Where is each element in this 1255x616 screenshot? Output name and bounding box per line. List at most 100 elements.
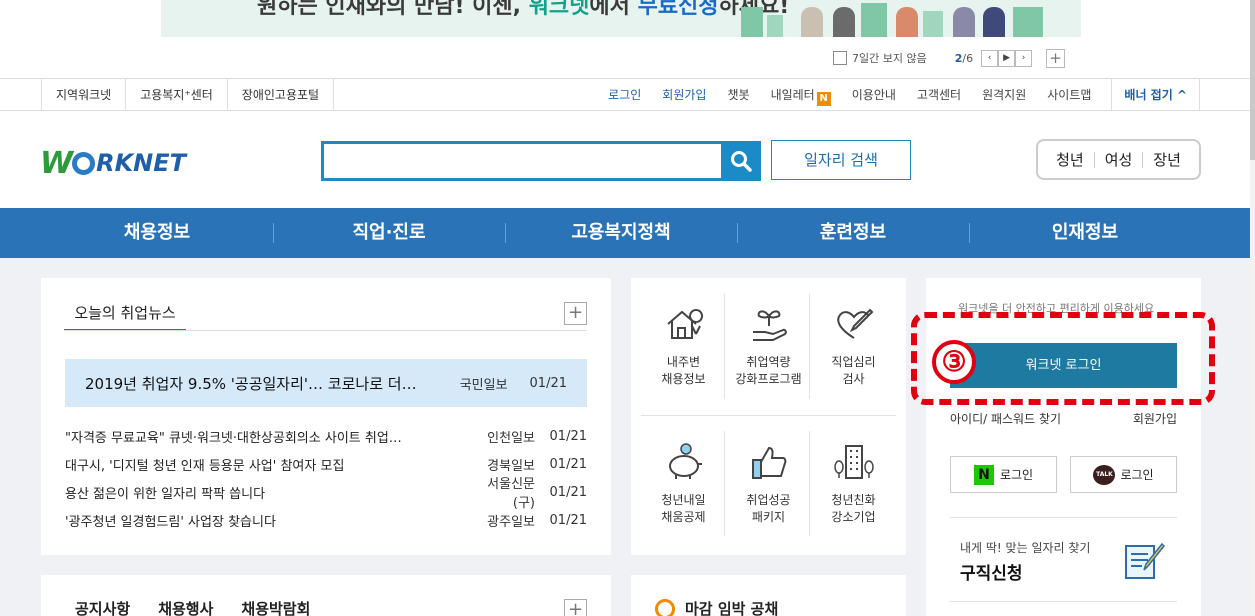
logo-rest: RKNET	[96, 149, 187, 177]
service-label: 청년내일 채움공제	[661, 493, 706, 524]
thumbs-up-icon	[751, 446, 786, 479]
banner-prev-icon[interactable]: ‹	[981, 49, 999, 67]
kakao-talk-icon: TALK	[1093, 464, 1116, 485]
service-psych-test[interactable]: 직업심리 검사	[811, 294, 896, 414]
news-title: 대구시, '디지털 청년 인재 등용문 사업' 참여자 모집	[65, 458, 345, 474]
banner-building	[767, 15, 783, 37]
kakao-login-button[interactable]: TALK 로그인	[1070, 456, 1177, 493]
headline-source: 국민일보	[459, 377, 508, 393]
banner-expand-icon[interactable]: +	[1046, 48, 1066, 68]
notice-more-icon[interactable]: +	[564, 599, 587, 616]
util-letter-link[interactable]: 내일레터 N	[771, 79, 831, 111]
service-label: 취업역량 강화프로그램	[735, 355, 802, 386]
notice-card: 공지사항 채용행사 채용박람회 +	[41, 575, 611, 616]
banner-person	[896, 7, 918, 37]
tab-job-fair[interactable]: 채용박람회	[241, 598, 310, 616]
list-item[interactable]: '광주청년 일경험드림' 사업장 찾습니다 광주일보 01/21	[65, 506, 587, 534]
job-search-button[interactable]: 일자리 검색	[771, 140, 911, 180]
news-headline[interactable]: 2019년 취업자 9.5% '공공일자리'… 코로나로 더… 국민일보 01/…	[65, 359, 587, 407]
hide-week-checkbox[interactable]	[833, 51, 847, 65]
util-right-links: 로그인 회원가입 챗봇 내일레터 N 이용안내 고객센터 원격지원 사이트맵 배너…	[587, 79, 1200, 111]
banner-page-indicator: 2/6	[955, 52, 973, 65]
kakao-login-label: 로그인	[1120, 468, 1154, 482]
tab-recruit-event[interactable]: 채용행사	[158, 598, 213, 616]
house-location-icon	[666, 309, 703, 339]
util-remote-link[interactable]: 원격지원	[982, 79, 1026, 111]
service-success-package[interactable]: 취업성공 패키지	[726, 432, 811, 552]
news-date: 01/21	[549, 512, 587, 528]
divider	[64, 330, 587, 331]
service-label: 취업성공 패키지	[746, 493, 791, 524]
target-senior[interactable]: 장년	[1142, 151, 1191, 168]
banner-nav: ‹ ▶ ›	[981, 49, 1033, 67]
deadline-title[interactable]: 마감 임박 공채	[655, 598, 778, 616]
promo-banner[interactable]: 원하는 인재와의 만남! 이젠, 워크넷에서 무료신청하세요!	[161, 0, 1081, 37]
service-nearby-jobs[interactable]: 내주변 채용정보	[641, 294, 726, 414]
util-guide-link[interactable]: 이용안내	[852, 79, 896, 111]
util-link-disabled-portal[interactable]: 장애인고용포털	[228, 79, 335, 111]
util-login-link[interactable]: 로그인	[608, 79, 641, 111]
target-youth[interactable]: 청년	[1046, 152, 1094, 168]
nav-item-training[interactable]: 훈련정보	[737, 208, 969, 258]
piggy-bank-icon	[668, 443, 702, 479]
banner-building	[1013, 7, 1043, 37]
news-list: "자격증 무료교육" 큐넷·워크넷·대한상공회의소 사이트 취업… 인천일보 0…	[65, 422, 587, 534]
util-customer-link[interactable]: 고객센터	[917, 79, 961, 111]
banner-next-icon[interactable]: ›	[1015, 49, 1033, 67]
naver-login-label: 로그인	[999, 468, 1034, 482]
nav-item-talent[interactable]: 인재정보	[969, 208, 1201, 258]
headline-date: 01/21	[529, 375, 567, 391]
service-youth-savings[interactable]: 청년내일 채움공제	[641, 432, 726, 552]
search-input[interactable]	[321, 141, 723, 181]
new-badge-icon: N	[816, 92, 831, 106]
util-signup-link[interactable]: 회원가입	[662, 79, 706, 111]
news-more-icon[interactable]: +	[564, 302, 587, 325]
banner-building	[861, 3, 887, 37]
logo-w: W	[40, 145, 73, 181]
search-button[interactable]	[721, 141, 761, 181]
news-source: 서울신문(구)	[487, 477, 535, 511]
banner-text-2: 에서	[589, 0, 630, 19]
util-sitemap-link[interactable]: 사이트맵	[1047, 79, 1091, 111]
naver-login-button[interactable]: N 로그인	[950, 456, 1057, 493]
tab-notice[interactable]: 공지사항	[75, 598, 130, 616]
building-trees-icon	[833, 445, 874, 479]
banner-play-icon[interactable]: ▶	[998, 49, 1016, 67]
page-scrollbar[interactable]	[1250, 0, 1255, 616]
banner-person	[801, 7, 823, 37]
service-youth-friendly[interactable]: 청년친화 강소기업	[811, 432, 896, 552]
site-header: W RKNET 일자리 검색 청년 여성 장년	[0, 111, 1255, 208]
worknet-logo[interactable]: W RKNET	[40, 145, 187, 181]
service-capability[interactable]: 취업역량 강화프로그램	[726, 294, 811, 414]
list-item[interactable]: 용산 젊은이 위한 일자리 팍팍 씁니다 서울신문(구) 01/21	[65, 477, 587, 511]
util-chatbot-link[interactable]: 챗봇	[727, 79, 749, 111]
news-date: 01/21	[549, 428, 587, 444]
news-date: 01/21	[549, 484, 587, 500]
nav-item-career[interactable]: 직업·진로	[273, 208, 505, 258]
signup-link[interactable]: 회원가입	[1133, 410, 1177, 427]
services-card: 내주변 채용정보 취업역량 강화프로그램 직업심리 검사 청년내일 채움공제 취…	[631, 278, 906, 555]
job-request-title[interactable]: 구직신청	[960, 559, 1023, 584]
nav-item-welfare[interactable]: 고용복지정책	[505, 208, 737, 258]
news-card: 오늘의 취업뉴스 + 2019년 취업자 9.5% '공공일자리'… 코로나로 …	[41, 278, 611, 555]
headline-title: 2019년 취업자 9.5% '공공일자리'… 코로나로 더…	[85, 374, 417, 393]
tab-today-news[interactable]: 오늘의 취업뉴스	[64, 301, 186, 331]
banner-page-total: /6	[962, 51, 974, 65]
util-link-regional[interactable]: 지역워크넷	[41, 79, 127, 111]
util-link-welfare-center[interactable]: 고용복지⁺센터	[126, 79, 228, 111]
step-number-badge: ③	[932, 340, 976, 384]
list-item[interactable]: "자격증 무료교육" 큐넷·워크넷·대한상공회의소 사이트 취업… 인천일보 0…	[65, 422, 587, 450]
find-id-password-link[interactable]: 아이디/ 패스워드 찾기	[950, 410, 1061, 427]
naver-icon: N	[973, 464, 994, 485]
scrollbar-thumb[interactable]	[1250, 0, 1255, 160]
nav-item-jobs[interactable]: 채용정보	[41, 208, 273, 258]
news-title: '광주청년 일경험드림' 사업장 찾습니다	[65, 514, 276, 530]
service-label: 내주변 채용정보	[661, 355, 706, 386]
banner-fold-button[interactable]: 배너 접기 ^	[1111, 79, 1200, 111]
document-pen-icon	[1125, 542, 1166, 579]
target-women[interactable]: 여성	[1093, 151, 1143, 168]
util-letter-label: 내일레터	[770, 88, 815, 102]
banner-headline: 원하는 인재와의 만남! 이젠, 워크넷에서 무료신청하세요!	[257, 0, 789, 20]
sprout-hand-icon	[752, 310, 787, 341]
notice-tabs: 공지사항 채용행사 채용박람회	[75, 598, 338, 616]
